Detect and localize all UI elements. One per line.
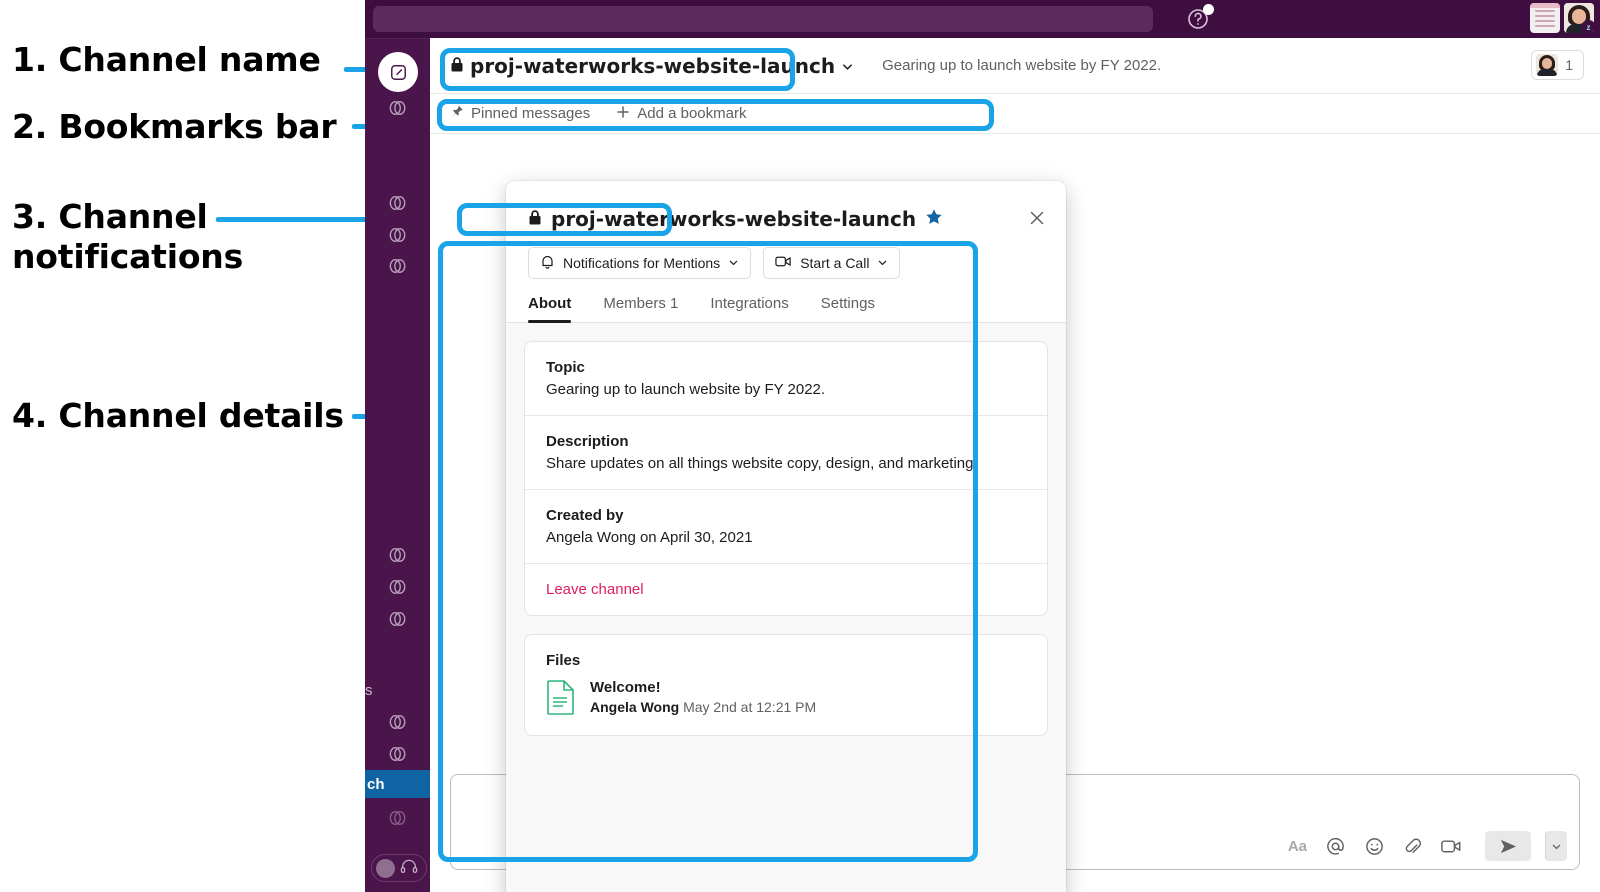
avatar: [1536, 54, 1559, 76]
sidebar-channel-icon-3[interactable]: [387, 226, 409, 246]
file-timestamp: May 2nd at 12:21 PM: [683, 699, 817, 715]
annotation-label-2: 2. Bookmarks bar: [12, 107, 337, 146]
start-call-button-label: Start a Call: [800, 255, 870, 271]
channel-name-text: proj-waterworks-website-launch: [470, 53, 836, 78]
row-topic-value: Gearing up to launch website by FY 2022.: [546, 381, 826, 398]
channel-topic-text[interactable]: Gearing up to launch website by FY 2022.: [882, 57, 1161, 74]
tab-members[interactable]: Members 1: [603, 295, 678, 322]
channel-files-card: Files Welcome! Angela Wong May 2nd at 12…: [524, 634, 1048, 736]
list-item[interactable]: Welcome! Angela Wong May 2nd at 12:21 PM: [525, 679, 1047, 735]
sidebar-channel-icon-6[interactable]: [387, 578, 409, 598]
slack-window: z s ch proj-waterworks-website-launch Ge…: [365, 0, 1600, 892]
compose-message-button[interactable]: [378, 52, 418, 92]
lock-icon: [528, 207, 542, 231]
pinned-messages-label: Pinned messages: [471, 105, 591, 122]
headphones-icon: [399, 858, 419, 879]
row-topic-label: Topic: [546, 359, 585, 376]
document-icon: [546, 679, 576, 715]
topbar-right-icons: z: [1530, 3, 1594, 33]
notifications-button-label: Notifications for Mentions: [563, 255, 721, 271]
member-count-text: 1: [1565, 57, 1573, 73]
row-created-by-value: Angela Wong on April 30, 2021: [546, 529, 753, 546]
paperclip-icon[interactable]: [1403, 836, 1422, 857]
send-options-button[interactable]: [1545, 831, 1567, 861]
channel-name-button[interactable]: proj-waterworks-website-launch: [450, 54, 854, 78]
sidebar-channel-icon-5[interactable]: [387, 546, 409, 566]
channel-details-actions: Notifications for Mentions Start a Call: [528, 247, 1044, 279]
user-avatar[interactable]: z: [1564, 3, 1594, 33]
sidebar-selected-channel-label: ch: [367, 775, 385, 793]
file-name: Welcome!: [590, 679, 661, 696]
channel-about-card: Topic Gearing up to launch website by FY…: [524, 341, 1048, 616]
annotation-label-1: 1. Channel name: [12, 40, 321, 79]
bell-icon: [540, 254, 555, 273]
file-meta: Angela Wong May 2nd at 12:21 PM: [590, 699, 816, 715]
annotation-label-3: 3. Channel notifications: [12, 197, 244, 277]
sidebar-channel-icon-10[interactable]: [387, 809, 409, 829]
channel-details-title-row: proj-waterworks-website-launch: [528, 207, 1044, 231]
close-icon[interactable]: [1026, 207, 1048, 229]
notifications-button[interactable]: Notifications for Mentions: [528, 247, 752, 279]
pinned-messages-bookmark[interactable]: Pinned messages: [450, 104, 590, 123]
sidebar-channel-icon-2[interactable]: [387, 194, 409, 214]
video-icon[interactable]: [1440, 837, 1463, 855]
file-author: Angela Wong: [590, 699, 680, 715]
row-created-by: Created by Angela Wong on April 30, 2021: [525, 490, 1047, 564]
sidebar-channel-icon-9[interactable]: [387, 745, 409, 765]
mention-icon[interactable]: [1325, 836, 1346, 857]
plus-icon: [616, 105, 630, 123]
sidebar-channel-icon-1[interactable]: [387, 99, 409, 119]
files-title: Files: [546, 652, 581, 669]
row-description[interactable]: Description Share updates on all things …: [525, 416, 1047, 490]
annotation-label-4: 4. Channel details: [12, 396, 344, 435]
notes-tile-icon[interactable]: [1530, 3, 1560, 33]
formatting-icon[interactable]: Aa: [1288, 838, 1307, 855]
row-description-label: Description: [546, 433, 629, 450]
chevron-down-icon: [728, 255, 739, 271]
chevron-down-icon: [841, 54, 854, 78]
tab-about[interactable]: About: [528, 295, 572, 323]
composer-toolbar: Aa: [1288, 831, 1567, 861]
channel-details-header: proj-waterworks-website-launch Notificat…: [506, 181, 1066, 279]
row-topic[interactable]: Topic Gearing up to launch website by FY…: [525, 342, 1047, 416]
row-leave-channel[interactable]: Leave channel: [525, 564, 1047, 615]
channel-details-panel: proj-waterworks-website-launch Notificat…: [506, 181, 1066, 892]
app-topbar: z: [365, 0, 1600, 38]
away-status-badge: z: [1581, 20, 1594, 33]
screenshot-root: 1. Channel name 2. Bookmarks bar 3. Chan…: [0, 0, 1600, 892]
help-notification-dot: [1203, 4, 1214, 15]
channel-header: proj-waterworks-website-launch Gearing u…: [430, 38, 1600, 94]
row-description-value: Share updates on all things website copy…: [546, 455, 978, 472]
sidebar-section-label: s: [365, 682, 373, 699]
huddle-avatar: [376, 858, 395, 878]
lock-icon: [450, 54, 464, 78]
channel-details-body: Topic Gearing up to launch website by FY…: [506, 323, 1066, 892]
star-icon[interactable]: [925, 208, 943, 231]
sidebar-channel-icon-4[interactable]: [387, 257, 409, 277]
tab-integrations[interactable]: Integrations: [710, 295, 788, 322]
search-input[interactable]: [373, 6, 1153, 32]
sidebar-channel-icon-7[interactable]: [387, 610, 409, 630]
sidebar-item-selected-channel[interactable]: ch: [365, 770, 430, 798]
channel-details-tabs: About Members 1 Integrations Settings: [506, 295, 1066, 323]
row-created-by-label: Created by: [546, 507, 624, 524]
tab-settings[interactable]: Settings: [821, 295, 875, 322]
pushpin-icon: [450, 104, 464, 123]
channel-details-title: proj-waterworks-website-launch: [551, 207, 917, 231]
video-camera-icon: [775, 255, 792, 271]
send-button[interactable]: [1485, 831, 1531, 861]
main-content: proj-waterworks-website-launch Gearing u…: [430, 38, 1600, 892]
leave-channel-link[interactable]: Leave channel: [546, 581, 1026, 598]
chevron-down-icon: [877, 255, 888, 271]
start-call-button[interactable]: Start a Call: [763, 247, 901, 279]
add-bookmark-button[interactable]: Add a bookmark: [616, 105, 746, 123]
sidebar-channel-icon-8[interactable]: [387, 713, 409, 733]
add-bookmark-label: Add a bookmark: [637, 105, 747, 122]
huddle-toggle[interactable]: [371, 854, 427, 882]
member-count-button[interactable]: 1: [1531, 50, 1584, 80]
emoji-icon[interactable]: [1364, 836, 1385, 857]
bookmarks-bar: Pinned messages Add a bookmark: [430, 94, 1600, 134]
sidebar-rail: s ch: [365, 38, 430, 892]
